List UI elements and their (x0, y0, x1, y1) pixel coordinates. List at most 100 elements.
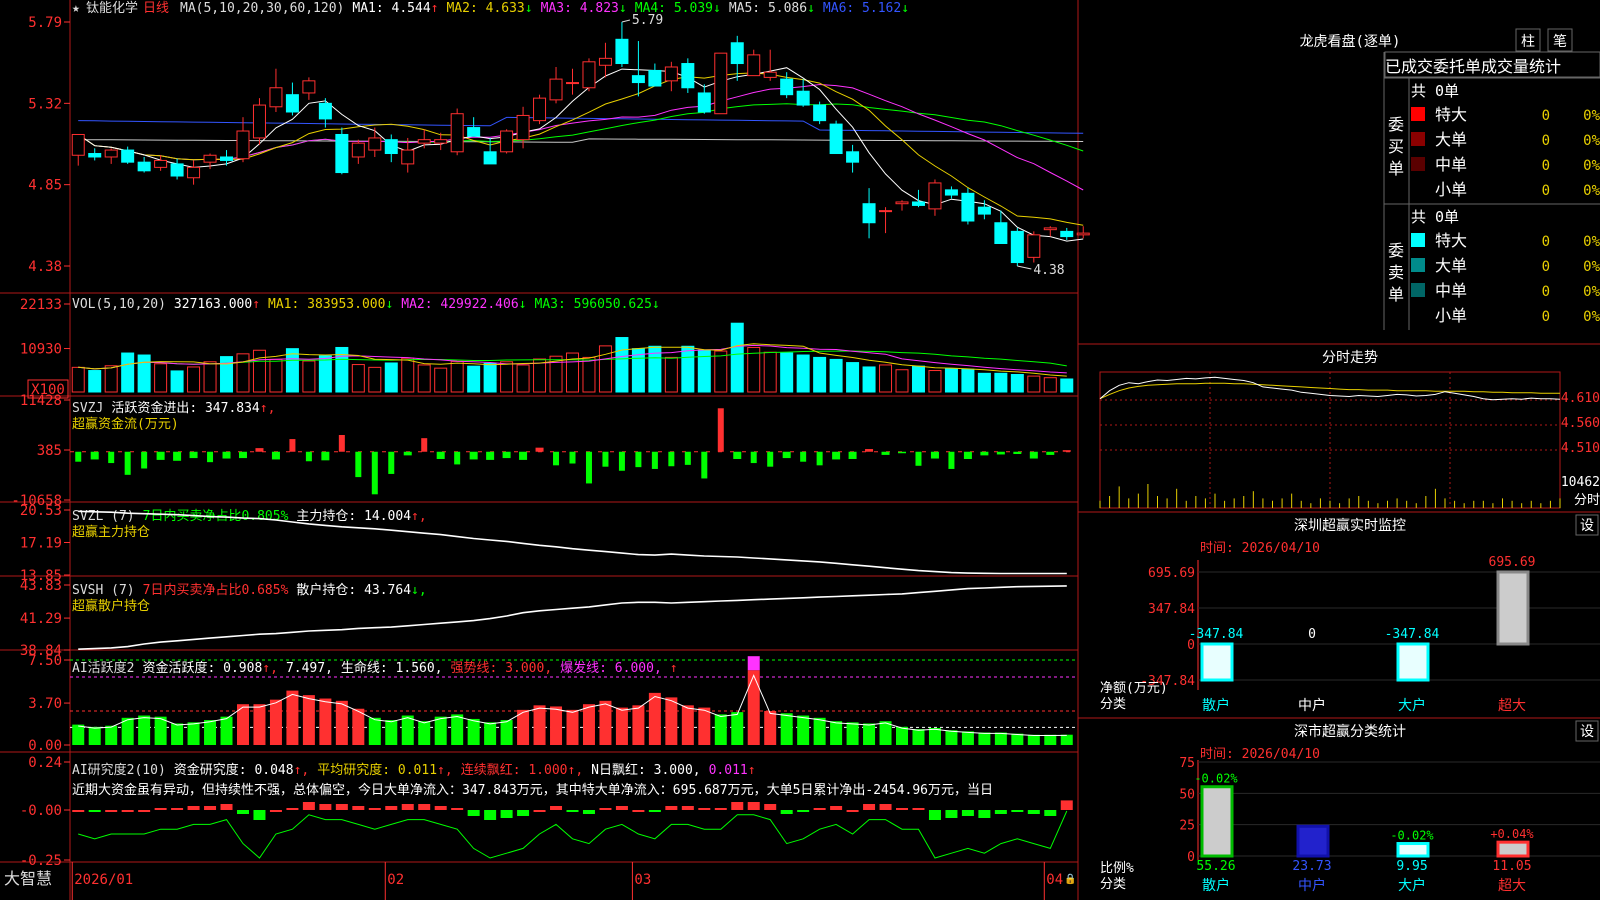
ai2-header-part: 0.011 (709, 763, 748, 778)
vol-bar (961, 368, 975, 393)
candle-body (648, 69, 662, 87)
class-stats-tick: 50 (1179, 787, 1195, 802)
class-stats-bar (1296, 824, 1330, 858)
ai2-axis-label: -0.00 (20, 803, 62, 819)
ai2-header-arrow: ↑, (437, 763, 453, 778)
svzj-bar (963, 451, 972, 459)
sell-orders-row-name: 小单 (1435, 306, 1467, 325)
ai-bar (88, 726, 101, 745)
ai2-header-part: 连续飘红: 1.000 (461, 762, 568, 778)
ai2-bar (698, 808, 711, 810)
svzj-bar (701, 451, 708, 479)
sz-monitor-time: 时间: 2026/04/10 (1200, 541, 1320, 556)
ai-bar (978, 732, 991, 745)
ma-header-part: MA3: 4.823 (541, 1, 619, 16)
ai2-bar (88, 810, 101, 812)
svzj-bar (750, 451, 757, 464)
candle-body (582, 61, 596, 89)
svzj-bar (469, 451, 478, 460)
ai-bar (830, 721, 843, 745)
hi-price-label: 5.79 (632, 13, 663, 28)
ai2-bar (764, 804, 777, 810)
svzl-axis-label: 20.53 (20, 503, 62, 519)
buy-orders-color-swatch (1411, 157, 1425, 171)
vol-bar (846, 362, 860, 393)
svzj-bar (782, 451, 791, 459)
svzj-bar (222, 451, 231, 459)
ma-header-part: MA2: 4.633 (446, 1, 524, 16)
candle-body (813, 104, 827, 122)
date-label: 02 (387, 872, 404, 888)
svzj-bar (108, 451, 115, 464)
ai-bar (467, 718, 480, 745)
svzj-bar (421, 438, 428, 452)
candle-body (994, 222, 1008, 245)
sell-orders-row-count: 0 (1542, 234, 1550, 250)
buy-orders-row-pct: 0% (1583, 108, 1600, 124)
vol-bar (994, 372, 1008, 393)
ai2-bar (352, 806, 365, 810)
ai2-bar (813, 808, 826, 810)
vol-bar (483, 362, 497, 393)
ai2-bar (138, 810, 151, 812)
candle-body (137, 161, 151, 172)
ai-header-arrow: ↑, (262, 661, 278, 676)
sz-monitor-category: 大户 (1398, 697, 1426, 714)
vol-header-part: MA3: 596050.625 (535, 297, 652, 312)
vol-bar (434, 367, 448, 393)
sz-monitor-tick: 347.84 (1148, 602, 1195, 617)
sz-monitor-settings-label: 设 (1580, 518, 1594, 534)
svzj-bar (90, 451, 99, 460)
ai2-bar (945, 810, 958, 818)
candle-body (203, 154, 217, 163)
date-label: 2026/01 (74, 872, 133, 888)
ai2-bar (401, 804, 414, 810)
ai2-header-part: N日飘红: 3.000, (591, 762, 700, 778)
ma-header-arrow: ↓ (619, 1, 627, 16)
vol-bar (500, 361, 514, 393)
buy-orders-row-count: 0 (1542, 133, 1550, 149)
ai2-bar (269, 810, 282, 812)
ma6-line (78, 116, 1084, 134)
ai-bar (928, 728, 941, 745)
vol-bar (615, 337, 629, 393)
ai-header-part: 资金活跃度: 0.908 (142, 660, 262, 676)
ai-header: AI活跃度2 资金活跃度: 0.908↑, 7.497, 生命线: 1.560, 强势线… (72, 660, 678, 676)
svzj-bar (124, 451, 131, 475)
svzj-bar (668, 451, 675, 467)
period-label: 日线 (143, 1, 169, 16)
candle-body (450, 113, 464, 153)
svsh-header: SVSH (7) 7日内买卖净占比0.685% 散户持仓: 43.764↓, (72, 582, 427, 598)
dragon-tiger-header: 已成交委托单成交量统计 (1385, 57, 1561, 76)
svzj-bar (436, 451, 445, 459)
candle-body (220, 156, 234, 161)
ai-bar (714, 714, 727, 745)
ai2-bar (204, 806, 217, 810)
svzj-bar (585, 451, 592, 484)
ma1-line (77, 67, 1084, 242)
ai2-line (78, 810, 1068, 859)
favorite-star-icon: ★ (72, 1, 80, 16)
svzj-bar (156, 451, 165, 460)
candle-body (862, 203, 876, 224)
svsh-header-part: 7日内买卖净占比0.685% (143, 582, 289, 598)
date-label: 03 (634, 872, 651, 888)
vol-bar (1027, 375, 1041, 393)
svzj-bar (305, 451, 312, 462)
ai2-bar (912, 808, 925, 810)
svzj-bar (371, 451, 378, 495)
vol-bar (1010, 374, 1024, 393)
ma-header-arrow: ↓ (807, 1, 815, 16)
ai-bar (385, 720, 398, 745)
class-stats-change: +0.04% (1490, 827, 1534, 841)
svsh-header-part: SVSH (7) (72, 583, 135, 598)
class-stats-bar (1496, 840, 1530, 858)
ai2-bar (665, 806, 678, 810)
ai-bar (698, 707, 711, 745)
buy-orders-row-name: 中单 (1435, 155, 1467, 174)
svzl-header-part: 主力持仓: 14.004 (296, 509, 411, 524)
ai-bar (368, 717, 381, 745)
ai-bar (484, 722, 497, 745)
candle-body (483, 151, 497, 165)
ai-bar (500, 720, 513, 745)
